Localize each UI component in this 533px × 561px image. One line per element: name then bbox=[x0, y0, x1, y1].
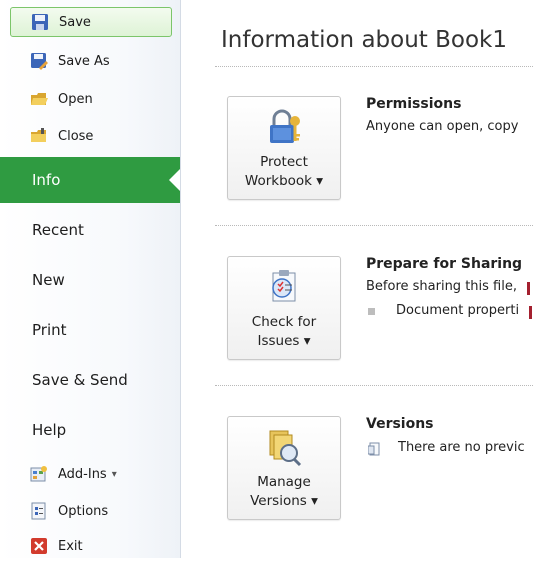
permissions-heading: Permissions bbox=[366, 96, 462, 112]
manage-versions-button[interactable]: Manage Versions ▾ bbox=[227, 416, 341, 520]
save-as-command[interactable]: Save As bbox=[10, 46, 172, 76]
save-as-label: Save As bbox=[58, 53, 110, 69]
tab-recent-label: Recent bbox=[32, 221, 84, 239]
open-command[interactable]: Open bbox=[10, 84, 172, 114]
save-as-icon bbox=[30, 52, 48, 70]
save-command[interactable]: Save bbox=[10, 7, 172, 37]
close-label: Close bbox=[58, 128, 94, 144]
options-command[interactable]: Options bbox=[10, 496, 172, 526]
prepare-for-sharing-text: Before sharing this file, bbox=[366, 279, 517, 294]
options-icon bbox=[30, 502, 48, 520]
tab-save-and-send[interactable]: Save & Send bbox=[0, 357, 180, 403]
add-ins-command[interactable]: Add-Ins ▾ bbox=[10, 459, 172, 489]
exit-command[interactable]: Exit bbox=[10, 531, 172, 561]
add-ins-icon bbox=[30, 465, 48, 483]
divider bbox=[215, 385, 533, 386]
tab-info-label: Info bbox=[32, 171, 61, 189]
add-ins-label: Add-Ins bbox=[58, 466, 107, 482]
page-title: Information about Book1 bbox=[221, 27, 507, 53]
tab-print-label: Print bbox=[32, 321, 67, 339]
save-label: Save bbox=[59, 14, 91, 30]
document-properties-text: Document properti bbox=[396, 303, 520, 318]
divider bbox=[215, 225, 533, 226]
protect-workbook-label: Protect Workbook ▾ bbox=[244, 154, 324, 189]
permissions-text: Anyone can open, copy bbox=[366, 119, 519, 134]
tab-save-and-send-label: Save & Send bbox=[32, 371, 128, 389]
exit-icon bbox=[30, 537, 48, 555]
tab-new-label: New bbox=[32, 271, 65, 289]
text-marker bbox=[527, 282, 530, 295]
protect-workbook-button[interactable]: Protect Workbook ▾ bbox=[227, 96, 341, 200]
document-version-icon bbox=[367, 441, 380, 456]
check-for-issues-button[interactable]: Check for Issues ▾ bbox=[227, 256, 341, 360]
tab-recent[interactable]: Recent bbox=[0, 207, 180, 253]
bullet-icon bbox=[368, 308, 375, 315]
checklist-icon bbox=[264, 267, 304, 307]
close-command[interactable]: Close bbox=[10, 121, 172, 151]
backstage-sidebar: Save Save As Open Close Info Recent New … bbox=[0, 0, 181, 558]
manage-versions-label: Manage Versions ▾ bbox=[250, 474, 318, 509]
add-ins-dropdown-arrow: ▾ bbox=[111, 468, 117, 480]
tab-info[interactable]: Info bbox=[0, 157, 180, 203]
info-pane: Information about Book1 Protect Workbook… bbox=[181, 0, 533, 558]
prepare-for-sharing-heading: Prepare for Sharing bbox=[366, 256, 523, 272]
options-label: Options bbox=[58, 503, 109, 519]
exit-label: Exit bbox=[58, 538, 83, 554]
close-folder-icon bbox=[30, 127, 48, 145]
lock-keys-icon bbox=[264, 107, 304, 147]
open-label: Open bbox=[58, 91, 93, 107]
save-icon bbox=[31, 13, 49, 31]
versions-icon bbox=[264, 427, 304, 467]
check-for-issues-label: Check for Issues ▾ bbox=[251, 314, 317, 349]
tab-print[interactable]: Print bbox=[0, 307, 180, 353]
versions-heading: Versions bbox=[366, 416, 434, 432]
text-marker bbox=[529, 306, 532, 319]
open-folder-icon bbox=[30, 90, 48, 108]
divider bbox=[215, 66, 533, 67]
tab-help-label: Help bbox=[32, 421, 67, 439]
tab-help[interactable]: Help bbox=[0, 407, 180, 453]
tab-new[interactable]: New bbox=[0, 257, 180, 303]
versions-text: There are no previc bbox=[398, 440, 525, 455]
